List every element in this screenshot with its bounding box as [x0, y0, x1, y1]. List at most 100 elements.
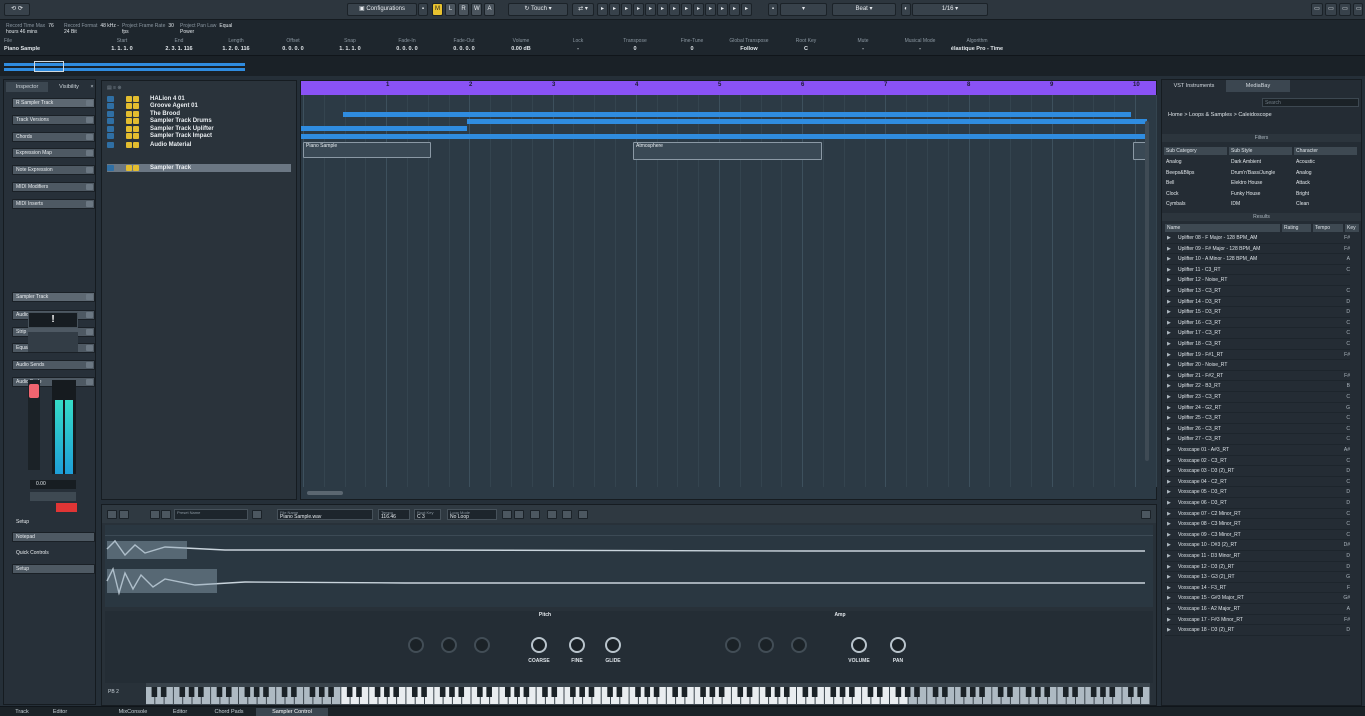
lower-zone-tab[interactable]: Chord Pads: [204, 708, 254, 716]
track-row[interactable]: Sampler Track Impact: [107, 132, 291, 140]
lower-zone-tab[interactable]: MixConsole: [108, 708, 158, 716]
result-row[interactable]: ▶ Voxscape 07 - C2 Minor_RT C: [1165, 509, 1350, 520]
black-key[interactable]: [523, 687, 530, 697]
mode-button-r[interactable]: R: [458, 3, 469, 16]
black-key[interactable]: [969, 687, 976, 697]
fine-knob[interactable]: [569, 637, 585, 653]
black-key[interactable]: [504, 687, 511, 697]
black-key[interactable]: [895, 687, 902, 697]
result-row[interactable]: ▶ Uplifter 21 - F#2_RT F#: [1165, 371, 1350, 382]
inspector-bottom-section[interactable]: Quick Controls: [12, 548, 95, 558]
black-key[interactable]: [1072, 687, 1078, 697]
black-key[interactable]: [1100, 687, 1106, 697]
line-tool-icon[interactable]: ▸: [693, 3, 704, 16]
play-preview-icon[interactable]: ▶: [1167, 350, 1171, 361]
section-icon[interactable]: [86, 345, 93, 352]
mute-button[interactable]: [126, 165, 132, 171]
filter-item[interactable]: Funky House: [1229, 189, 1292, 199]
black-key[interactable]: [876, 687, 883, 697]
result-row[interactable]: ▶ Voxscape 09 - C3 Minor_RT C: [1165, 530, 1350, 541]
mute-button[interactable]: [126, 118, 132, 124]
time-warp-tool-icon[interactable]: ▸: [741, 3, 752, 16]
solo-button[interactable]: [133, 165, 139, 171]
black-key[interactable]: [225, 687, 232, 697]
result-row[interactable]: ▶ Uplifter 11 - C3_RT C: [1165, 265, 1350, 276]
solo-button[interactable]: [133, 103, 139, 109]
window-layout-icon-4[interactable]: ▭: [1353, 3, 1363, 16]
option-icon[interactable]: [578, 510, 588, 519]
lower-zone-tab[interactable]: Editor: [40, 708, 80, 716]
black-key[interactable]: [997, 687, 1004, 697]
black-key[interactable]: [151, 687, 158, 697]
play-preview-icon[interactable]: ▶: [1167, 540, 1171, 551]
black-key[interactable]: [635, 687, 641, 697]
root-key-field[interactable]: Root Key C 3: [414, 509, 441, 520]
lower-zone-tab[interactable]: Sampler Control: [256, 708, 328, 716]
info-column-value[interactable]: 0. 0. 0. 0: [379, 45, 435, 54]
mute-button[interactable]: [126, 142, 132, 148]
result-row[interactable]: ▶ Voxscape 18 - D3 (2)_RT D: [1165, 625, 1350, 636]
info-column-value[interactable]: Follow: [721, 45, 777, 54]
undo-redo-buttons[interactable]: ⟲ ⟳: [4, 3, 30, 16]
track-row[interactable]: Sampler Track Drums: [107, 117, 291, 125]
info-column-value[interactable]: C: [778, 45, 834, 54]
black-key[interactable]: [774, 687, 781, 697]
black-key[interactable]: [849, 687, 855, 697]
breadcrumb[interactable]: Home > Loops & Samples > Caleidoscope: [1168, 112, 1358, 118]
section-icon[interactable]: [86, 133, 93, 140]
play-preview-icon[interactable]: ▶: [1167, 551, 1171, 562]
window-layout-icon-2[interactable]: ▭: [1325, 3, 1337, 16]
tab-mediabay[interactable]: MediaBay: [1226, 80, 1290, 92]
configurations-button[interactable]: ▣ Configurations: [347, 3, 417, 16]
channel-buttons[interactable]: [28, 332, 78, 352]
filter-column-header[interactable]: Sub Category: [1164, 147, 1227, 155]
project-window[interactable]: 1234567891011 Piano Sample Atmosphere: [300, 80, 1222, 500]
mute-button[interactable]: [126, 103, 132, 109]
black-key[interactable]: [700, 687, 706, 697]
play-preview-icon[interactable]: ▶: [1167, 297, 1171, 308]
black-key[interactable]: [579, 687, 585, 697]
mode-button-a[interactable]: A: [484, 3, 495, 16]
split-tool-icon[interactable]: ▸: [621, 3, 632, 16]
black-key[interactable]: [1062, 687, 1069, 697]
play-preview-icon[interactable]: ▶: [1167, 244, 1171, 255]
play-preview-icon[interactable]: ▶: [1167, 328, 1171, 339]
filter-item[interactable]: Cymbals: [1164, 199, 1227, 209]
black-key[interactable]: [393, 687, 399, 697]
play-preview-icon[interactable]: ▶: [1167, 286, 1171, 297]
black-key[interactable]: [672, 687, 678, 697]
play-preview-icon[interactable]: ▶: [1167, 318, 1171, 329]
inspector-section[interactable]: Note Expression: [12, 165, 95, 176]
black-key[interactable]: [291, 687, 297, 697]
filter-item[interactable]: Clock: [1164, 189, 1227, 199]
info-column-value[interactable]: -: [550, 45, 606, 54]
result-row[interactable]: ▶ Voxscape 06 - D3_RT D: [1165, 498, 1350, 509]
mode-button-m[interactable]: M: [432, 3, 443, 16]
play-preview-icon[interactable]: ▶: [1167, 572, 1171, 583]
waveform-display[interactable]: [105, 525, 1153, 607]
result-row[interactable]: ▶ Voxscape 10 - D#3 (2)_RT D#: [1165, 540, 1350, 552]
object-select-tool-icon[interactable]: ▸: [597, 3, 608, 16]
black-key[interactable]: [253, 687, 260, 697]
black-key[interactable]: [570, 687, 576, 697]
info-column-value[interactable]: 0: [607, 45, 663, 54]
play-preview-icon[interactable]: ▶: [1167, 487, 1171, 498]
black-key[interactable]: [384, 687, 390, 697]
play-preview-icon[interactable]: ▶: [1167, 233, 1171, 244]
record-icon[interactable]: [107, 510, 117, 519]
result-row[interactable]: ▶ Voxscape 14 - F3_RT F: [1165, 583, 1350, 594]
filter-item[interactable]: Acoustic: [1294, 157, 1357, 167]
black-key[interactable]: [1137, 687, 1143, 697]
play-preview-icon[interactable]: ▶: [1167, 456, 1171, 467]
black-key[interactable]: [746, 687, 753, 697]
result-row[interactable]: ▶ Voxscape 15 - G#3 Major_RT G#: [1165, 593, 1350, 605]
result-row[interactable]: ▶ Voxscape 17 - F#3 Minor_RT F#: [1165, 615, 1350, 626]
range-tool-icon[interactable]: ▸: [609, 3, 620, 16]
black-key[interactable]: [356, 687, 362, 697]
channel-button-row[interactable]: [30, 492, 76, 501]
section-icon[interactable]: [86, 183, 93, 190]
black-key[interactable]: [914, 687, 920, 697]
black-key[interactable]: [244, 687, 251, 697]
snap-type-select[interactable]: ▾: [780, 3, 827, 16]
result-row[interactable]: ▶ Uplifter 10 - A Minor - 128 BPM_AM A: [1165, 254, 1350, 265]
